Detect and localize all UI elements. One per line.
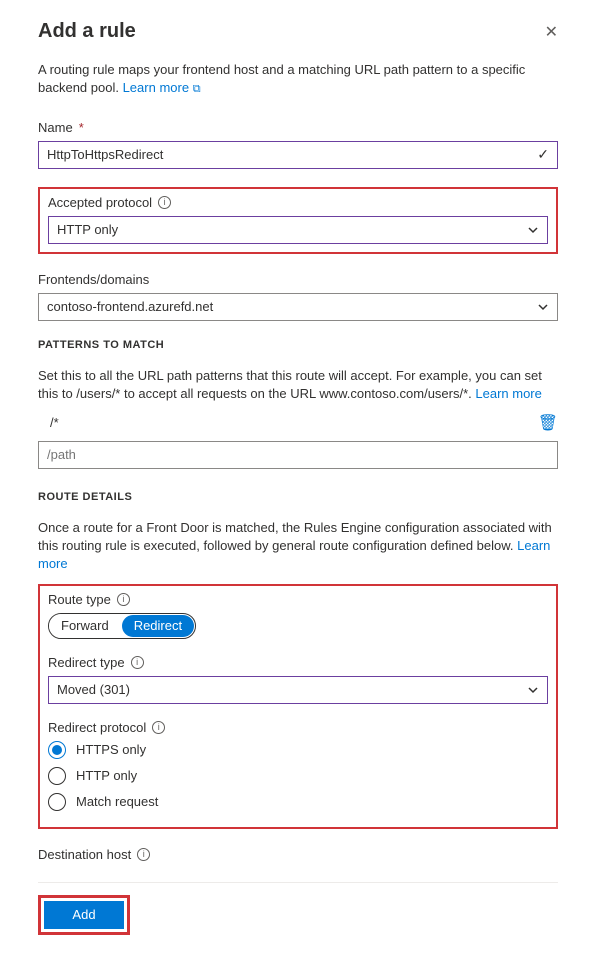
- route-type-label: Route type i: [48, 592, 548, 607]
- chevron-down-icon: [537, 301, 549, 313]
- route-type-forward[interactable]: Forward: [49, 614, 121, 638]
- patterns-heading: PATTERNS TO MATCH: [38, 339, 558, 351]
- accepted-protocol-highlight: Accepted protocol i HTTP only: [38, 187, 558, 254]
- patterns-learn-more-link[interactable]: Learn more: [475, 386, 541, 401]
- destination-host-label: Destination host i: [38, 847, 558, 862]
- info-icon[interactable]: i: [117, 593, 130, 606]
- redirect-protocol-label: Redirect protocol i: [48, 720, 548, 735]
- info-icon[interactable]: i: [152, 721, 165, 734]
- check-icon: ✓: [537, 146, 549, 163]
- route-type-toggle: Forward Redirect: [48, 613, 196, 639]
- accepted-protocol-label: Accepted protocol i: [48, 195, 548, 210]
- route-details-heading: ROUTE DETAILS: [38, 491, 558, 503]
- name-label: Name*: [38, 120, 558, 135]
- panel-title: Add a rule: [38, 20, 136, 43]
- radio-icon: [48, 793, 66, 811]
- info-icon[interactable]: i: [131, 656, 144, 669]
- pattern-value: /*: [50, 415, 528, 430]
- route-config-highlight: Route type i Forward Redirect Redirect t…: [38, 584, 558, 829]
- frontends-select[interactable]: contoso-frontend.azurefd.net: [38, 293, 558, 321]
- patterns-desc: Set this to all the URL path patterns th…: [38, 367, 558, 403]
- close-icon[interactable]: ✕: [545, 22, 558, 42]
- redirect-protocol-http[interactable]: HTTP only: [48, 767, 548, 785]
- redirect-protocol-match[interactable]: Match request: [48, 793, 548, 811]
- external-link-icon: ⧉: [193, 83, 201, 95]
- intro-text: A routing rule maps your frontend host a…: [38, 61, 558, 98]
- add-button-highlight: Add: [38, 895, 130, 935]
- pattern-input[interactable]: [38, 441, 558, 469]
- radio-icon: [48, 767, 66, 785]
- chevron-down-icon: [527, 224, 539, 236]
- chevron-down-icon: [527, 684, 539, 696]
- info-icon[interactable]: i: [158, 196, 171, 209]
- name-input[interactable]: HttpToHttpsRedirect ✓: [38, 141, 558, 169]
- redirect-protocol-https[interactable]: HTTPS only: [48, 741, 548, 759]
- redirect-type-select[interactable]: Moved (301): [48, 676, 548, 704]
- redirect-type-label: Redirect type i: [48, 655, 548, 670]
- frontends-label: Frontends/domains: [38, 272, 558, 287]
- learn-more-link[interactable]: Learn more ⧉: [123, 80, 201, 95]
- route-type-redirect[interactable]: Redirect: [122, 615, 194, 637]
- info-icon[interactable]: i: [137, 848, 150, 861]
- route-details-desc: Once a route for a Front Door is matched…: [38, 519, 558, 574]
- radio-icon: [48, 741, 66, 759]
- pattern-row: /* 🗑: [38, 413, 558, 433]
- accepted-protocol-select[interactable]: HTTP only: [48, 216, 548, 244]
- add-button[interactable]: Add: [44, 901, 124, 929]
- trash-icon[interactable]: 🗑: [538, 413, 558, 433]
